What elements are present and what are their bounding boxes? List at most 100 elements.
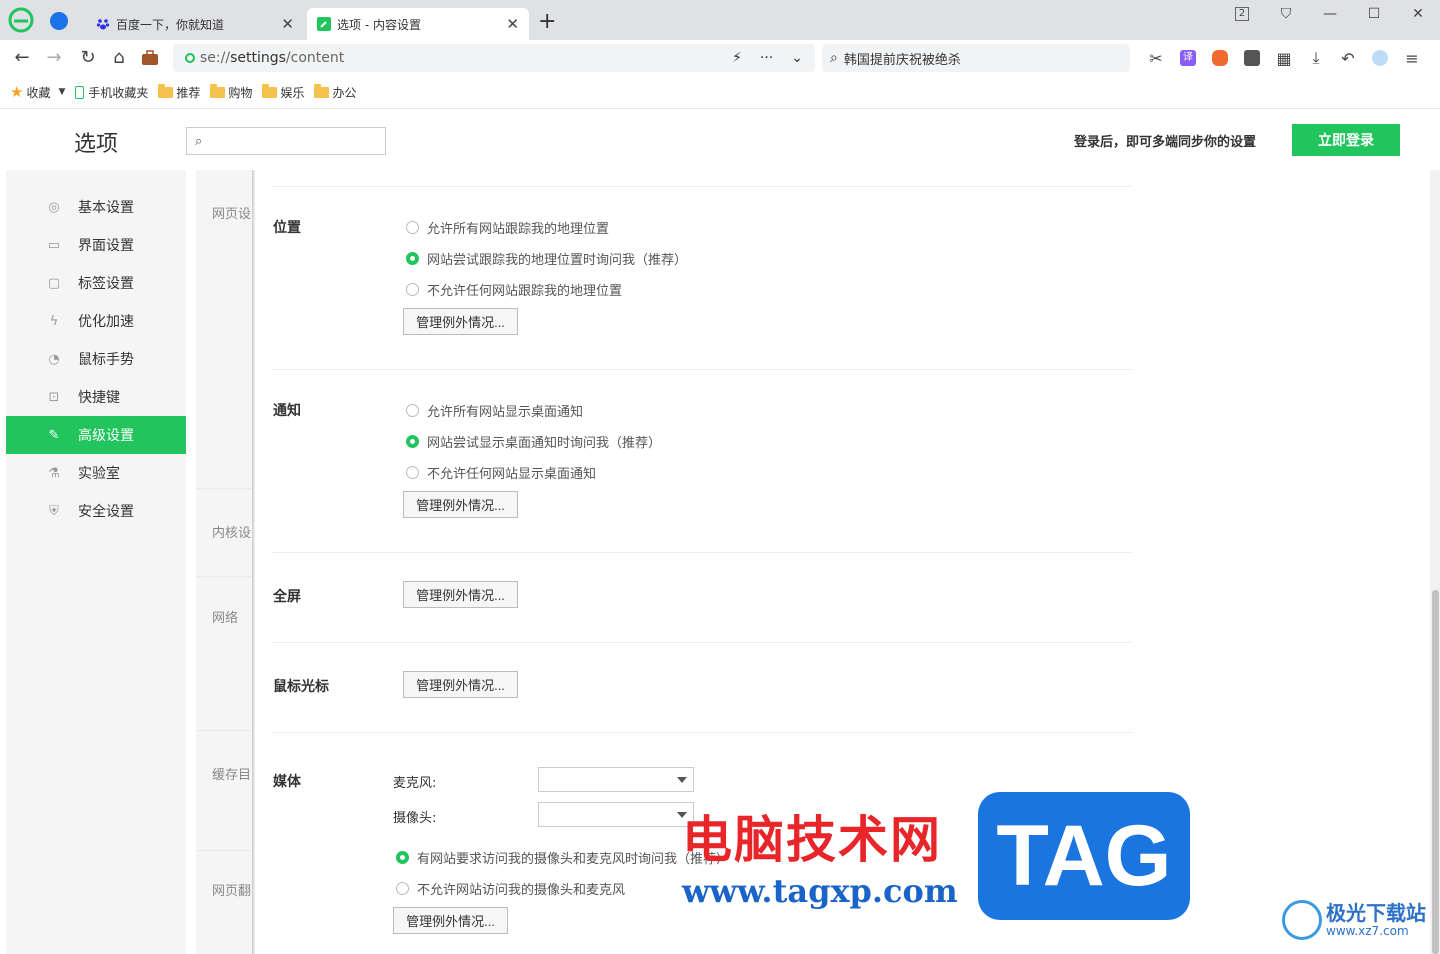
tab-title: 百度一下，你就知道: [116, 17, 225, 32]
bookmark-mobile[interactable]: 手机收藏夹: [75, 84, 148, 101]
bookmark-folder-recommend[interactable]: 推荐: [158, 83, 200, 101]
watermark-xz7-url: www.xz7.com: [1326, 924, 1409, 938]
translate-icon[interactable]: 译: [1172, 46, 1204, 70]
bookmark-favorites[interactable]: ★ 收藏 ▼: [10, 83, 65, 101]
settings-search-input[interactable]: ⌕: [186, 127, 386, 155]
star-icon: ★: [10, 83, 24, 101]
window-icon: ▭: [47, 237, 61, 253]
sidebar-item-shortcuts[interactable]: ⊡ 快捷键: [6, 378, 186, 416]
media-ask-radio[interactable]: 有网站要求访问我的摄像头和麦克风时询问我（推荐）: [396, 848, 729, 867]
sidebar-item-optimize[interactable]: ϟ 优化加速: [6, 302, 186, 340]
window-count-button[interactable]: 2: [1220, 0, 1264, 28]
divider: [196, 730, 252, 731]
sidebar-item-advanced[interactable]: ✎ 高级设置: [6, 416, 186, 454]
reload-icon[interactable]: ↻: [76, 46, 100, 70]
scrollbar-thumb[interactable]: [1432, 590, 1439, 954]
more-dots-icon[interactable]: ···: [760, 50, 773, 66]
bookmark-folder-office[interactable]: 办公: [314, 83, 356, 101]
fullscreen-manage-exceptions-button[interactable]: 管理例外情况...: [403, 581, 518, 608]
sidebar-item-lab[interactable]: ⚗ 实验室: [6, 454, 186, 492]
sidebar-item-basic[interactable]: ◎ 基本设置: [6, 188, 186, 226]
back-arrow-icon[interactable]: ←: [10, 46, 34, 70]
sidebar-item-security[interactable]: ⛨ 安全设置: [6, 492, 186, 530]
tab-baidu[interactable]: 百度一下，你就知道 ✕: [86, 8, 304, 40]
briefcase-icon[interactable]: [138, 46, 162, 70]
scrollbar[interactable]: [1430, 170, 1440, 954]
notify-manage-exceptions-button[interactable]: 管理例外情况...: [403, 491, 518, 518]
keyboard-icon: ⊡: [48, 389, 60, 405]
microphone-select[interactable]: [538, 767, 694, 792]
section-fullscreen-label: 全屏: [273, 589, 301, 605]
media-block-radio[interactable]: 不允许网站访问我的摄像头和麦克风: [396, 879, 625, 898]
sidebar-item-tabs[interactable]: ▢ 标签设置: [6, 264, 186, 302]
search-box[interactable]: ⌕ 韩国提前庆祝被绝杀: [822, 44, 1130, 72]
folder-icon: [314, 83, 330, 98]
cursor-manage-exceptions-button[interactable]: 管理例外情况...: [403, 671, 518, 698]
media-manage-exceptions-button[interactable]: 管理例外情况...: [393, 907, 508, 934]
close-tab-icon[interactable]: ✕: [506, 15, 519, 33]
undo-icon[interactable]: ↶: [1332, 46, 1364, 70]
radio-checked-icon: [406, 252, 419, 265]
skin-shirt-icon[interactable]: ⛉: [1264, 0, 1308, 28]
baidu-paw-icon: [96, 19, 110, 30]
wrench-icon: ✎: [48, 427, 60, 443]
location-block-radio[interactable]: 不允许任何网站跟踪我的地理位置: [406, 280, 622, 299]
divider: [196, 850, 252, 851]
microphone-label: 麦克风:: [393, 776, 437, 791]
settings-header: 选项 ⌕ 登录后，即可多端同步你的设置 立即登录: [6, 110, 1434, 170]
location-manage-exceptions-button[interactable]: 管理例外情况...: [403, 308, 518, 335]
pinned-tab-icon[interactable]: [50, 12, 68, 30]
sidebar-item-mouse-gesture[interactable]: ◔ 鼠标手势: [6, 340, 186, 378]
category-kernel[interactable]: 内核设: [212, 522, 252, 541]
location-ask-radio[interactable]: 网站尝试跟踪我的地理位置时询问我（推荐）: [406, 249, 687, 268]
home-icon[interactable]: ⌂: [107, 46, 131, 70]
cloud-icon[interactable]: [1364, 46, 1396, 70]
address-bar[interactable]: se://settings/content ⚡ ··· ⌄: [173, 44, 815, 72]
login-button[interactable]: 立即登录: [1292, 124, 1400, 156]
category-network[interactable]: 网络: [212, 607, 252, 626]
caret-down-icon[interactable]: ▼: [58, 87, 65, 97]
notify-ask-radio[interactable]: 网站尝试显示桌面通知时询问我（推荐）: [406, 432, 661, 451]
search-icon: ⌕: [195, 133, 203, 149]
radio-icon: [396, 882, 409, 895]
menu-icon[interactable]: ≡: [1396, 46, 1428, 70]
section-notify-label: 通知: [273, 403, 301, 419]
close-tab-icon[interactable]: ✕: [281, 15, 294, 33]
settings-wrench-icon: [317, 17, 331, 31]
scissors-icon[interactable]: ✂: [1140, 46, 1172, 70]
flask-icon: ⚗: [48, 465, 60, 481]
watermark-tag-logo: TAG: [978, 792, 1190, 920]
reader-icon[interactable]: [1236, 46, 1268, 70]
maximize-icon[interactable]: ☐: [1352, 0, 1396, 28]
radio-icon: [406, 466, 419, 479]
lightning-icon[interactable]: ⚡: [732, 50, 742, 66]
gear-icon: ◎: [48, 199, 60, 215]
category-webpage[interactable]: 网页设: [212, 203, 252, 222]
chevron-down-icon[interactable]: ⌄: [791, 50, 803, 66]
category-cache[interactable]: 缓存目: [212, 764, 252, 783]
forward-arrow-icon[interactable]: →: [42, 46, 66, 70]
browser-logo-icon[interactable]: [8, 7, 34, 33]
sidebar-item-interface[interactable]: ▭ 界面设置: [6, 226, 186, 264]
tab-title: 选项 - 内容设置: [337, 17, 421, 32]
radio-checked-icon: [396, 851, 409, 864]
tab-strip: 百度一下，你就知道 ✕ 选项 - 内容设置 ✕ + 2 ⛉ — ☐ ✕: [0, 0, 1440, 40]
bookmark-folder-entertainment[interactable]: 娱乐: [262, 83, 304, 101]
tab-settings[interactable]: 选项 - 内容设置 ✕: [307, 8, 529, 40]
bookmark-folder-shopping[interactable]: 购物: [210, 83, 252, 101]
camera-select[interactable]: [538, 802, 694, 827]
gamepad-icon[interactable]: [1204, 46, 1236, 70]
notify-allow-radio[interactable]: 允许所有网站显示桌面通知: [406, 401, 583, 420]
new-tab-button[interactable]: +: [538, 9, 556, 34]
notify-block-radio[interactable]: 不允许任何网站显示桌面通知: [406, 463, 596, 482]
download-icon[interactable]: ⤓: [1300, 46, 1332, 70]
minimize-icon[interactable]: —: [1308, 0, 1352, 28]
location-allow-radio[interactable]: 允许所有网站跟踪我的地理位置: [406, 218, 609, 237]
apps-grid-icon[interactable]: ▦: [1268, 46, 1300, 70]
watermark-xz7-name: 极光下载站: [1326, 901, 1426, 925]
category-translate[interactable]: 网页翻: [212, 880, 252, 899]
divider: [272, 642, 1132, 643]
camera-label: 摄像头:: [393, 811, 437, 826]
close-window-icon[interactable]: ✕: [1396, 0, 1440, 28]
toolbar-icons: ✂ 译 ▦ ⤓ ↶ ≡: [1140, 46, 1428, 70]
